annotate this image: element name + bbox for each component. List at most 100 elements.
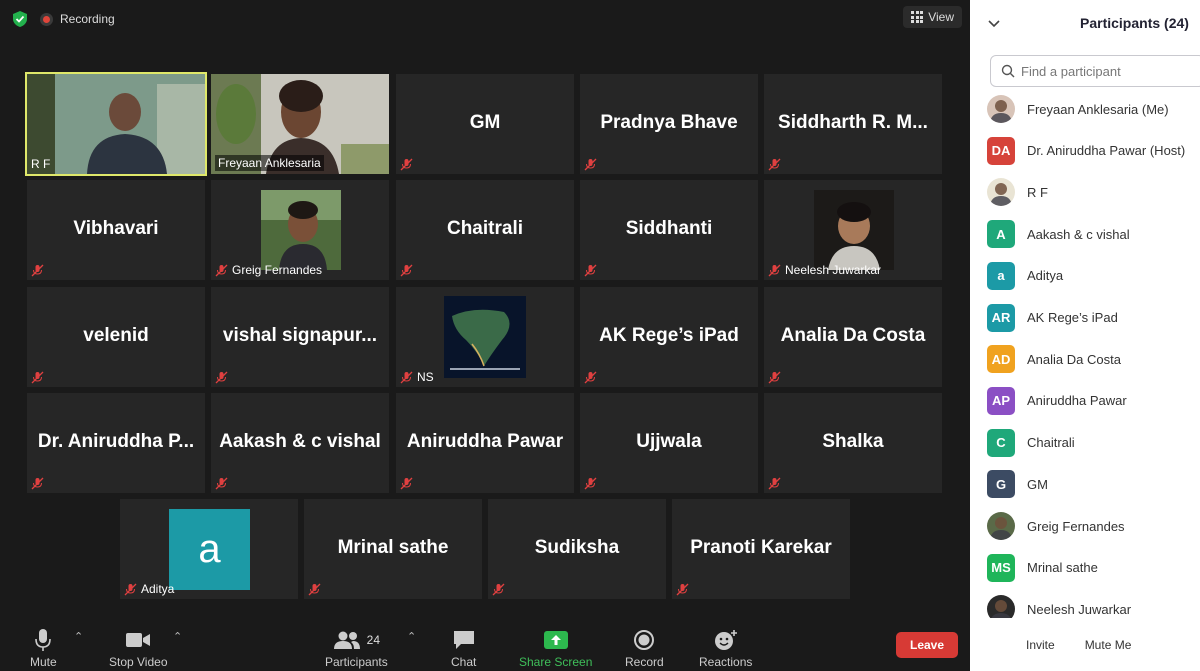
reactions-button[interactable]: Reactions — [699, 626, 752, 669]
participant-tile[interactable]: Analia Da Costa — [764, 287, 942, 387]
participant-tile[interactable]: Chaitrali — [396, 180, 574, 280]
tile-label — [215, 477, 228, 490]
share-screen-label: Share Screen — [519, 655, 593, 669]
mute-options-caret-icon[interactable]: ⌃ — [74, 630, 83, 643]
tile-big-name: Vibhavari — [73, 218, 159, 239]
participant-tile[interactable]: Mrinal sathe — [304, 499, 482, 599]
participant-list-item[interactable]: AR AK Rege’s iPad — [987, 298, 1118, 338]
stop-video-button[interactable]: Stop Video — [109, 626, 168, 669]
invite-button[interactable]: Invite — [1018, 632, 1063, 658]
avatar — [987, 512, 1015, 540]
participant-list-item[interactable]: C Chaitrali — [987, 423, 1075, 463]
search-icon — [1001, 64, 1015, 78]
leave-button[interactable]: Leave — [896, 632, 958, 658]
avatar — [987, 178, 1015, 207]
share-screen-button[interactable]: Share Screen — [519, 626, 592, 669]
tile-big-name: Pradnya Bhave — [600, 112, 738, 133]
participant-name: GM — [1027, 476, 1048, 492]
participant-list-item[interactable]: a Aditya — [987, 256, 1063, 296]
avatar — [987, 95, 1015, 123]
tile-big-name: Shalka — [822, 431, 884, 452]
participant-list-item[interactable]: Freyaan Anklesaria (Me) — [987, 89, 1169, 129]
mic-muted-icon — [215, 477, 228, 490]
recording-dot-icon — [40, 12, 53, 26]
participant-list-item[interactable]: Greig Fernandes — [987, 506, 1125, 546]
participants-options-caret-icon[interactable]: ⌃ — [407, 630, 416, 643]
participant-tile[interactable]: Siddharth R. M... — [764, 74, 942, 174]
panel-header: Participants (24) — [970, 0, 1200, 48]
participant-list-item[interactable]: Neelesh Juwarkar — [987, 589, 1131, 618]
participant-tile[interactable]: Dr. Aniruddha P... — [27, 393, 205, 493]
tile-big-name: Pranoti Karekar — [690, 537, 832, 558]
mic-muted-icon — [584, 264, 597, 277]
tile-label — [584, 264, 597, 277]
microphone-icon — [35, 629, 52, 651]
mic-muted-icon — [400, 477, 413, 490]
participant-list-item[interactable]: R F — [987, 172, 1048, 212]
participants-list: Freyaan Anklesaria (Me) DA Dr. Aniruddha P… — [970, 88, 1200, 618]
participant-tile[interactable]: Ujjwala — [580, 393, 758, 493]
chat-bubble-icon — [453, 631, 474, 649]
tile-label: Aditya — [124, 582, 174, 596]
profile-photo — [261, 190, 341, 270]
tile-big-name: Mrinal sathe — [337, 537, 449, 558]
participants-button[interactable]: 24 Participants — [325, 626, 388, 669]
tile-big-name: AK Rege’s iPad — [599, 325, 739, 346]
participant-tile[interactable]: GM — [396, 74, 574, 174]
participant-list-item[interactable]: A Aakash & c vishal — [987, 214, 1130, 254]
participant-tile[interactable]: Siddhanti — [580, 180, 758, 280]
mic-muted-icon — [308, 583, 321, 596]
participant-tile[interactable]: AK Rege’s iPad — [580, 287, 758, 387]
participant-name: AK Rege’s iPad — [1027, 310, 1118, 325]
panel-footer: Invite Mute Me — [970, 632, 1200, 671]
participant-tile[interactable]: Greig Fernandes — [211, 180, 389, 280]
participant-tile[interactable]: Shalka — [764, 393, 942, 493]
collapse-chevron-icon[interactable] — [986, 15, 1002, 31]
participant-tile[interactable]: a Aditya — [120, 499, 298, 599]
video-options-caret-icon[interactable]: ⌃ — [173, 630, 182, 643]
recording-indicator[interactable]: Recording — [40, 12, 115, 26]
participant-list-item[interactable]: MS Mrinal sathe — [987, 548, 1098, 588]
participant-search[interactable] — [990, 55, 1200, 87]
video-tile[interactable]: Freyaan Anklesaria — [211, 74, 389, 174]
participants-panel: Participants (24) Freyaan Anklesaria (Me… — [970, 0, 1200, 671]
participant-tile[interactable]: vishal signapur... — [211, 287, 389, 387]
tile-big-name: Analia Da Costa — [780, 325, 926, 346]
participant-tile[interactable]: Pranoti Karekar — [672, 499, 850, 599]
view-button[interactable]: View — [903, 6, 962, 28]
participant-tile[interactable]: Aniruddha Pawar — [396, 393, 574, 493]
mute-button[interactable]: Mute — [30, 626, 57, 669]
participant-list-item[interactable]: G GM — [987, 464, 1048, 504]
participant-tile[interactable]: Sudiksha — [488, 499, 666, 599]
tile-label: Neelesh Juwarkar — [768, 263, 881, 277]
participant-tile[interactable]: velenid — [27, 287, 205, 387]
mic-muted-icon — [400, 158, 413, 171]
participant-list-item[interactable]: AP Aniruddha Pawar — [987, 381, 1127, 421]
recording-label: Recording — [60, 12, 115, 26]
mic-muted-icon — [584, 158, 597, 171]
tile-label — [584, 477, 597, 490]
participant-tile[interactable]: Pradnya Bhave — [580, 74, 758, 174]
encryption-shield-icon[interactable] — [10, 9, 30, 29]
participant-list-item[interactable]: DA Dr. Aniruddha Pawar (Host) — [987, 131, 1185, 171]
record-button[interactable]: Record — [625, 626, 664, 669]
participant-tile[interactable]: Vibhavari — [27, 180, 205, 280]
participant-list-item[interactable]: AD Analia Da Costa — [987, 339, 1121, 379]
tile-label — [31, 477, 44, 490]
avatar: AR — [987, 303, 1015, 332]
chat-button[interactable]: Chat — [451, 626, 476, 669]
tile-name: R F — [31, 157, 51, 171]
search-input[interactable] — [1021, 63, 1191, 79]
video-camera-icon — [126, 633, 151, 647]
tile-name: Aditya — [141, 582, 175, 596]
mute-me-button[interactable]: Mute Me — [1077, 632, 1140, 658]
tile-label: NS — [400, 370, 434, 384]
tile-label — [308, 583, 321, 596]
participants-count: 24 — [366, 633, 381, 647]
participant-tile[interactable]: Neelesh Juwarkar — [764, 180, 942, 280]
tile-name: Freyaan Anklesaria — [215, 155, 324, 171]
mic-muted-icon — [492, 583, 505, 596]
participant-tile[interactable]: NS — [396, 287, 574, 387]
video-tile[interactable]: R F — [25, 72, 207, 176]
participant-tile[interactable]: Aakash & c vishal — [211, 393, 389, 493]
